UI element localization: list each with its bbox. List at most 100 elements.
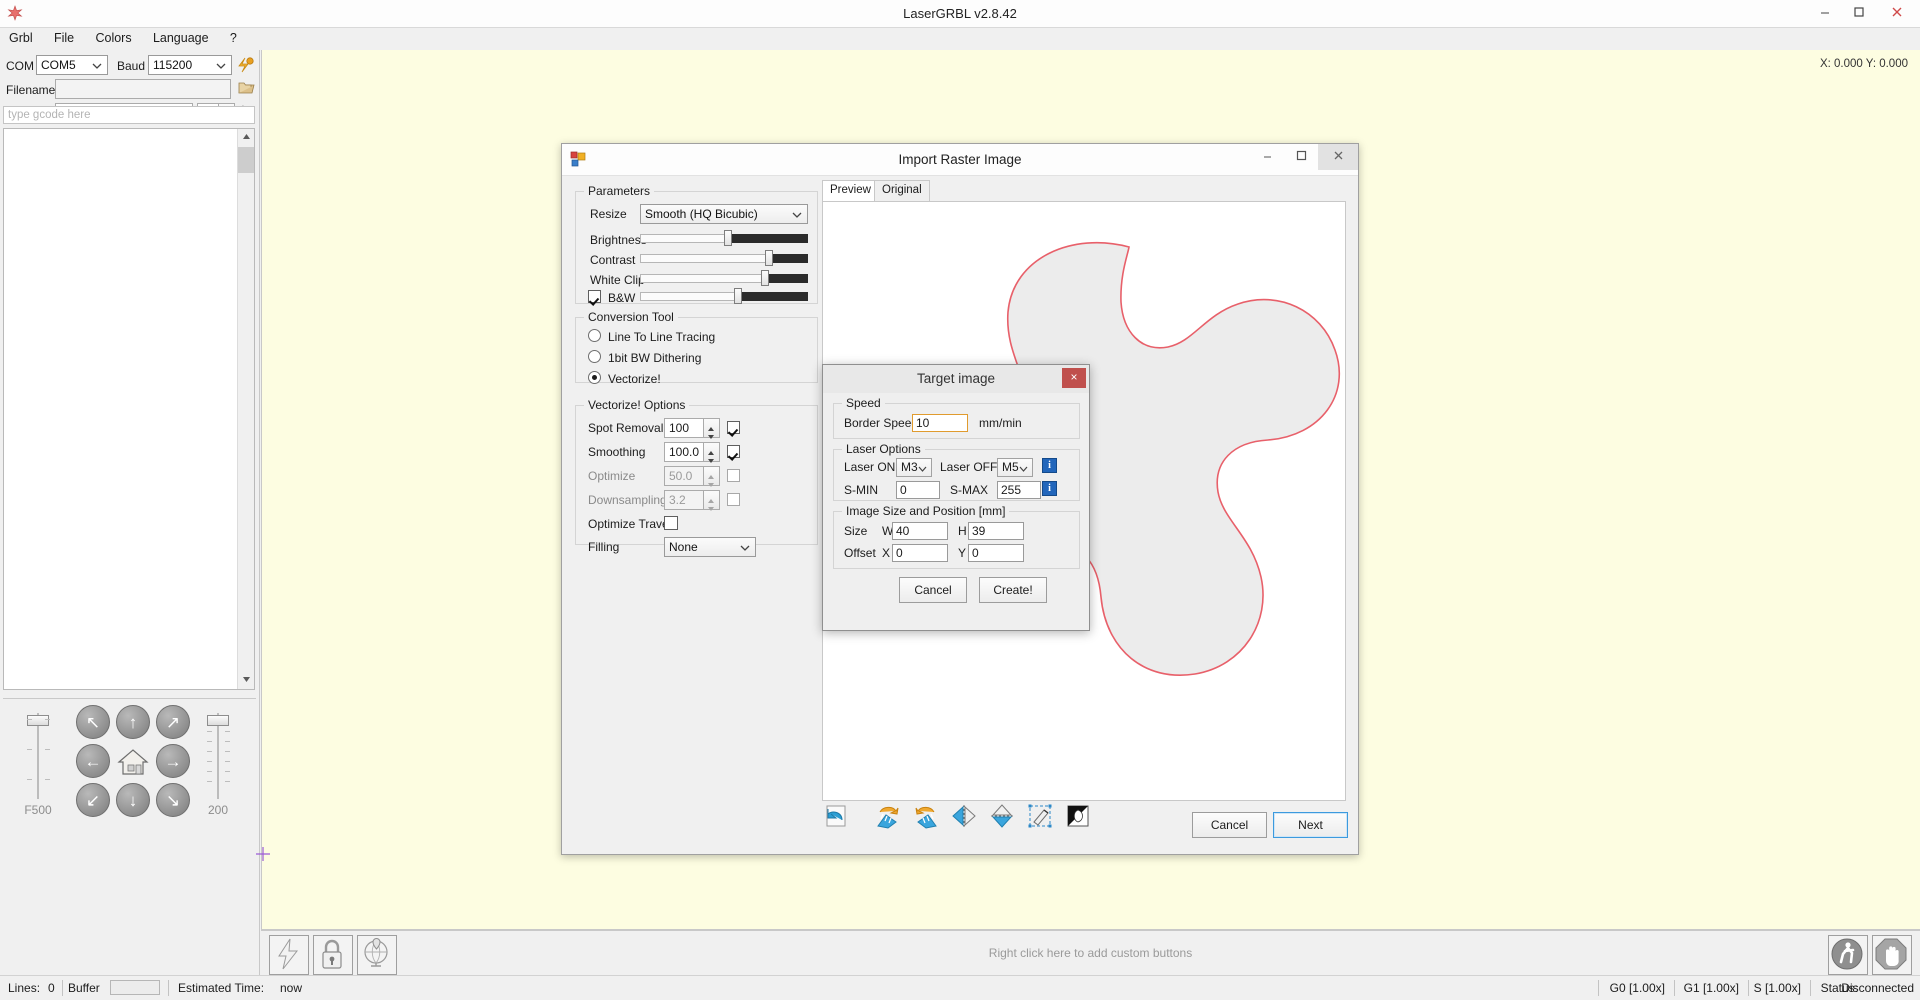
downsampling-checkbox[interactable] bbox=[727, 493, 740, 506]
spot-removal-checkbox[interactable] bbox=[727, 421, 740, 434]
slider-thumb[interactable] bbox=[734, 288, 742, 304]
slider-thumb[interactable] bbox=[207, 715, 229, 726]
tab-preview[interactable]: Preview bbox=[822, 180, 879, 202]
spot-removal-stepper[interactable] bbox=[704, 418, 720, 439]
stepper-up-icon[interactable] bbox=[707, 469, 715, 479]
target-cancel-button[interactable]: Cancel bbox=[899, 577, 967, 603]
import-cancel-button[interactable]: Cancel bbox=[1192, 812, 1267, 838]
crop-icon[interactable] bbox=[1026, 802, 1056, 832]
window-maximize-button[interactable] bbox=[1842, 0, 1876, 22]
window-minimize-button[interactable] bbox=[1808, 0, 1842, 22]
smoothing-checkbox[interactable] bbox=[727, 445, 740, 458]
jog-down-button[interactable]: ↓ bbox=[116, 783, 150, 817]
border-speed-field[interactable]: 10 bbox=[912, 414, 968, 432]
offset-y-field[interactable]: 0 bbox=[968, 544, 1024, 562]
filling-select[interactable]: None bbox=[664, 537, 756, 557]
jog-down-left-button[interactable]: ↙ bbox=[76, 783, 110, 817]
smin-field[interactable]: 0 bbox=[896, 481, 940, 499]
gcode-list-scrollbar[interactable] bbox=[237, 129, 254, 689]
white-clip-slider[interactable] bbox=[640, 270, 808, 286]
rotate-cw-icon[interactable] bbox=[874, 802, 904, 832]
height-field[interactable]: 39 bbox=[968, 522, 1024, 540]
unlock-lightning-button[interactable] bbox=[269, 935, 309, 975]
s-range-info-icon[interactable]: i bbox=[1042, 481, 1057, 496]
laser-off-select[interactable]: M5 bbox=[997, 458, 1033, 477]
scrollbar-thumb[interactable] bbox=[238, 147, 254, 173]
stepper-down-icon[interactable] bbox=[707, 453, 715, 463]
menu-colors[interactable]: Colors bbox=[86, 28, 140, 48]
jog-up-right-button[interactable]: ↗ bbox=[156, 705, 190, 739]
width-field[interactable]: 40 bbox=[892, 522, 948, 540]
laser-mode-info-icon[interactable]: i bbox=[1042, 458, 1057, 473]
menu-language[interactable]: Language bbox=[144, 28, 218, 48]
jog-right-button[interactable]: → bbox=[156, 744, 190, 778]
flip-horizontal-icon[interactable] bbox=[950, 802, 980, 832]
feed-rate-slider[interactable] bbox=[23, 707, 53, 803]
target-create-button[interactable]: Create! bbox=[979, 577, 1047, 603]
stepper-up-icon[interactable] bbox=[707, 421, 715, 431]
slider-thumb[interactable] bbox=[724, 230, 732, 246]
smax-field[interactable]: 255 bbox=[997, 481, 1041, 499]
baud-rate-select[interactable]: 115200 bbox=[148, 55, 232, 75]
open-folder-icon[interactable] bbox=[238, 80, 256, 99]
slider-thumb[interactable] bbox=[765, 250, 773, 266]
jog-home-button[interactable] bbox=[115, 744, 151, 778]
jog-up-button[interactable]: ↑ bbox=[116, 705, 150, 739]
spot-removal-field[interactable]: 100 bbox=[664, 418, 704, 438]
smoothing-field[interactable]: 100.0 bbox=[664, 442, 704, 462]
offset-x-field[interactable]: 0 bbox=[892, 544, 948, 562]
downsampling-stepper[interactable] bbox=[704, 490, 720, 511]
downsampling-field[interactable]: 3.2 bbox=[664, 490, 704, 510]
menu-file[interactable]: File bbox=[45, 28, 83, 48]
stepper-down-icon[interactable] bbox=[707, 477, 715, 487]
jog-down-right-button[interactable]: ↘ bbox=[156, 783, 190, 817]
run-program-button[interactable] bbox=[1828, 935, 1868, 975]
stepper-up-icon[interactable] bbox=[707, 445, 715, 455]
optimize-field[interactable]: 50.0 bbox=[664, 466, 704, 486]
revert-icon[interactable] bbox=[822, 802, 852, 832]
set-zero-button[interactable] bbox=[357, 935, 397, 975]
step-size-slider[interactable] bbox=[203, 707, 233, 803]
jog-up-left-button[interactable]: ↖ bbox=[76, 705, 110, 739]
stepper-down-icon[interactable] bbox=[707, 429, 715, 439]
target-dialog-close-button[interactable]: × bbox=[1062, 368, 1086, 388]
connect-plug-icon[interactable] bbox=[236, 55, 256, 78]
stepper-up-icon[interactable] bbox=[707, 493, 715, 503]
radio-line-to-line-tracing[interactable] bbox=[588, 329, 601, 342]
import-next-button[interactable]: Next bbox=[1273, 812, 1348, 838]
rotate-ccw-icon[interactable] bbox=[912, 802, 942, 832]
radio-vectorize[interactable] bbox=[588, 371, 601, 384]
com-port-select[interactable]: COM5 bbox=[36, 55, 108, 75]
lock-button[interactable] bbox=[313, 935, 353, 975]
jog-left-button[interactable]: ← bbox=[76, 744, 110, 778]
stepper-down-icon[interactable] bbox=[707, 501, 715, 511]
slider-thumb[interactable] bbox=[27, 715, 49, 726]
optimize-checkbox[interactable] bbox=[727, 469, 740, 482]
scroll-up-icon[interactable] bbox=[238, 129, 254, 146]
import-dialog-close-button[interactable] bbox=[1318, 144, 1358, 170]
tab-original[interactable]: Original bbox=[874, 180, 930, 202]
gcode-list[interactable] bbox=[3, 128, 255, 690]
optimize-stepper[interactable] bbox=[704, 466, 720, 487]
filename-field[interactable] bbox=[55, 79, 231, 99]
invert-icon[interactable] bbox=[1064, 802, 1094, 832]
slider-thumb[interactable] bbox=[761, 270, 769, 286]
bw-slider[interactable] bbox=[640, 288, 808, 304]
flip-vertical-icon[interactable] bbox=[988, 802, 1018, 832]
laser-on-select[interactable]: M3 bbox=[896, 458, 932, 477]
window-close-button[interactable] bbox=[1880, 0, 1914, 22]
gcode-input[interactable]: type gcode here bbox=[3, 106, 255, 124]
resize-select[interactable]: Smooth (HQ Bicubic) bbox=[640, 204, 808, 224]
bw-checkbox[interactable] bbox=[588, 290, 601, 303]
radio-1bit-bw-dithering[interactable] bbox=[588, 350, 601, 363]
brightness-slider[interactable] bbox=[640, 230, 808, 246]
import-dialog-maximize-button[interactable] bbox=[1284, 144, 1318, 170]
optimize-travel-checkbox[interactable] bbox=[664, 516, 678, 530]
menu-grbl[interactable]: Grbl bbox=[0, 28, 42, 48]
scroll-down-icon[interactable] bbox=[238, 672, 254, 689]
stop-program-button[interactable] bbox=[1872, 935, 1912, 975]
contrast-slider[interactable] bbox=[640, 250, 808, 266]
import-dialog-minimize-button[interactable] bbox=[1250, 144, 1284, 170]
menu-help[interactable]: ? bbox=[221, 28, 246, 48]
smoothing-stepper[interactable] bbox=[704, 442, 720, 463]
